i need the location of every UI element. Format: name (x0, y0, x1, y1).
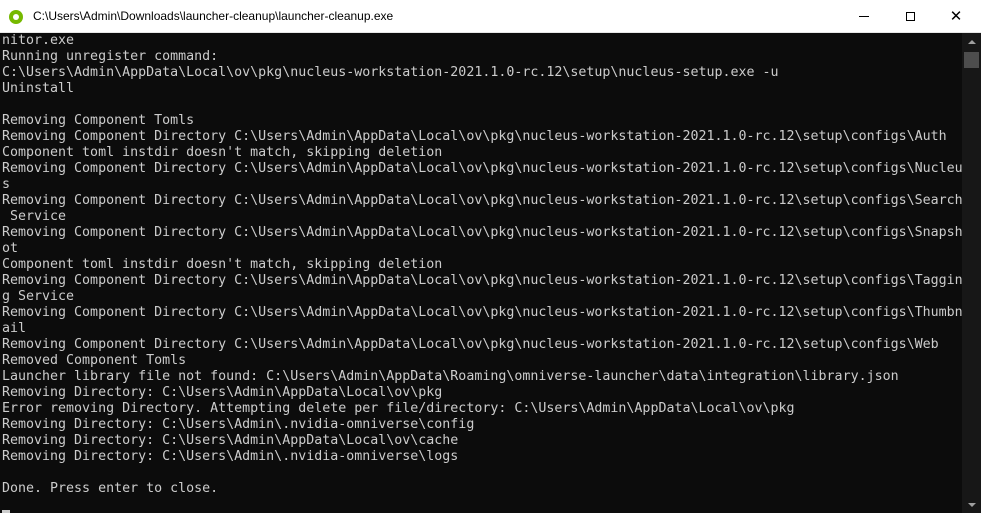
close-button[interactable]: ✕ (933, 0, 979, 32)
console-line: Removing Component Tomls (2, 113, 195, 128)
console-line: Removed Component Tomls (2, 353, 187, 368)
console-line: Removing Directory: C:\Users\Admin\.nvid… (2, 449, 459, 464)
console-output[interactable]: nitor.exe Running unregister command: C:… (0, 33, 962, 513)
minimize-icon (859, 15, 869, 17)
console-line: Removing Component Directory C:\Users\Ad… (2, 273, 962, 288)
chevron-up-icon (967, 39, 976, 44)
console-line: ail (2, 321, 27, 336)
console-line: Removing Directory: C:\Users\Admin\AppDa… (2, 385, 443, 400)
maximize-icon (905, 11, 915, 21)
console-line: Removing Component Directory C:\Users\Ad… (2, 305, 962, 320)
console-line: Removing Component Directory C:\Users\Ad… (2, 225, 962, 240)
console-line: Component toml instdir doesn't match, sk… (2, 257, 443, 272)
app-icon[interactable] (9, 10, 23, 24)
window-title: C:\Users\Admin\Downloads\launcher-cleanu… (33, 9, 394, 23)
console-line: Component toml instdir doesn't match, sk… (2, 145, 443, 160)
console-text: nitor.exe Running unregister command: C:… (0, 33, 962, 497)
console-line: Removing Component Directory C:\Users\Ad… (2, 161, 962, 176)
close-icon: ✕ (949, 6, 963, 25)
console-line: Uninstall (2, 81, 75, 96)
console-line: ot (2, 241, 19, 256)
scroll-down-button[interactable] (962, 496, 981, 513)
console-line: Removing Component Directory C:\Users\Ad… (2, 193, 962, 208)
scroll-thumb[interactable] (964, 52, 979, 68)
console-line: Launcher library file not found: C:\User… (2, 369, 899, 384)
console-line: Done. Press enter to close. (2, 481, 219, 496)
console-line: Running unregister command: (2, 49, 219, 64)
console-line: C:\Users\Admin\AppData\Local\ov\pkg\nucl… (2, 65, 779, 80)
console-line: s (2, 177, 11, 192)
console-line: Removing Directory: C:\Users\Admin\.nvid… (2, 417, 475, 432)
minimize-button[interactable] (841, 0, 887, 32)
console-line: Service (2, 209, 67, 224)
scroll-up-button[interactable] (962, 33, 981, 50)
console-line: Removing Component Directory C:\Users\Ad… (2, 337, 939, 352)
title-bar[interactable]: C:\Users\Admin\Downloads\launcher-cleanu… (0, 0, 981, 33)
console-line: Removing Component Directory C:\Users\Ad… (2, 129, 947, 144)
console-window: C:\Users\Admin\Downloads\launcher-cleanu… (0, 0, 981, 513)
chevron-down-icon (967, 502, 976, 507)
console-line: Removing Directory: C:\Users\Admin\AppDa… (2, 433, 459, 448)
console-line: nitor.exe (2, 33, 75, 48)
console-line: Error removing Directory. Attempting del… (2, 401, 795, 416)
maximize-button[interactable] (887, 0, 933, 32)
vertical-scrollbar[interactable] (962, 33, 981, 513)
console-line: g Service (2, 289, 75, 304)
